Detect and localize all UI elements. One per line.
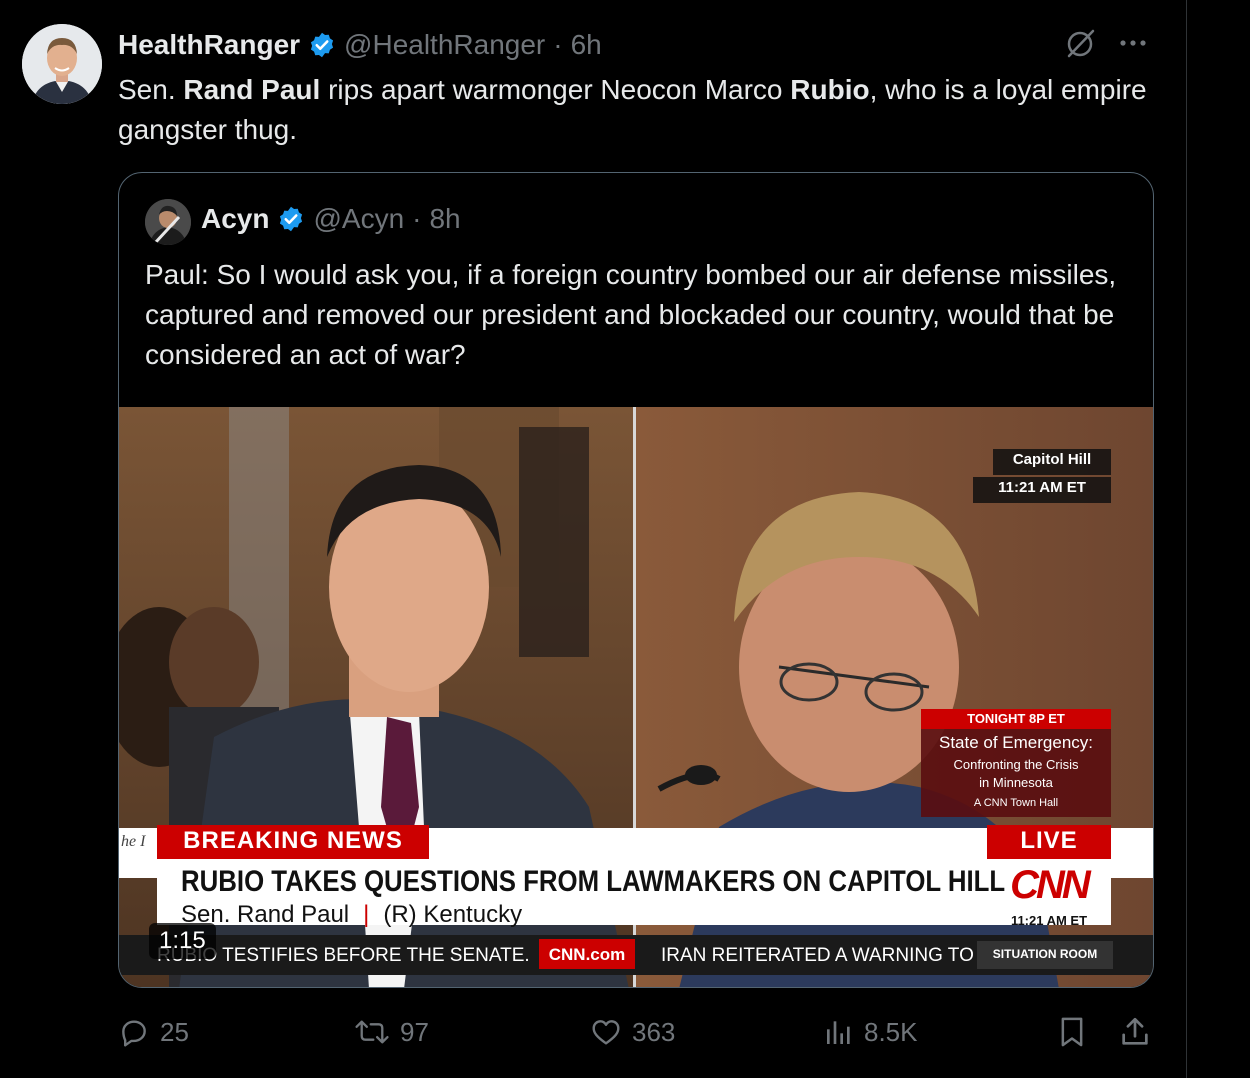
share-button[interactable] (1118, 1006, 1152, 1058)
background-sign-text: he I (121, 833, 146, 850)
post-text-part: Sen. (118, 74, 184, 105)
repost-button[interactable]: 97 (354, 1006, 429, 1058)
header-separator: · (553, 29, 563, 60)
author-handle[interactable]: @HealthRanger (344, 29, 545, 61)
network-time: 11:21 AM ET (1010, 913, 1088, 928)
subline: Sen. Rand Paul | (R) Kentucky (181, 901, 522, 929)
post-text-mention-rand-paul: Rand Paul (183, 74, 321, 105)
quoted-post-header: Acyn @Acyn · 8h (201, 203, 461, 235)
quoted-header-separator: · (412, 203, 422, 234)
post-header: HealthRanger @HealthRanger · 6h (118, 26, 602, 64)
author-display-name[interactable]: HealthRanger (118, 29, 300, 61)
quoted-post-text: Paul: So I would ask you, if a foreign c… (145, 259, 1117, 370)
avatar-image (22, 24, 102, 104)
headline: RUBIO TAKES QUESTIONS FROM LAWMAKERS ON … (181, 865, 1006, 898)
video-duration: 1:15 (149, 923, 216, 959)
reply-button[interactable]: 25 (118, 1006, 189, 1058)
views-count: 8.5K (864, 1016, 918, 1047)
subline-separator: | (363, 901, 370, 928)
reply-count: 25 (160, 1016, 189, 1047)
ticker-show: SITUATION ROOM (992, 947, 1098, 961)
video-player[interactable]: Capitol Hill 11:21 AM ET TONIGHT 8P ET S… (119, 407, 1153, 987)
ticker-site: CNN.com (548, 945, 626, 964)
promo-top: TONIGHT 8P ET (967, 711, 1065, 726)
live-label: LIVE (1020, 827, 1078, 854)
quoted-author-avatar[interactable] (145, 199, 191, 245)
verified-badge-icon (308, 31, 336, 59)
post-timestamp[interactable]: 6h (571, 29, 602, 61)
timeline-border (1186, 0, 1187, 1078)
repost-count: 97 (400, 1016, 429, 1047)
location-time: 11:21 AM ET (998, 479, 1086, 496)
post-text-part: rips apart warmonger Neocon Marco (320, 74, 791, 105)
like-count: 363 (632, 1016, 676, 1047)
bookmark-button[interactable] (1056, 1006, 1088, 1058)
post[interactable]: HealthRanger @HealthRanger · 6h Sen. Ran… (0, 0, 1186, 1078)
promo-sub1: Confronting the Crisis (953, 757, 1079, 772)
post-text: Sen. Rand Paul rips apart warmonger Neoc… (118, 70, 1158, 150)
ticker-right: IRAN REITERATED A WARNING TO (661, 945, 973, 966)
post-text-mention-rubio: Rubio (790, 74, 870, 105)
post-actions-bar: 25 97 363 8.5K (118, 1006, 1158, 1058)
quoted-author-handle[interactable]: @Acyn (313, 203, 404, 235)
share-icon (1118, 1015, 1152, 1049)
more-icon[interactable] (1116, 26, 1150, 60)
post-top-actions (1064, 26, 1150, 60)
quoted-post[interactable]: Acyn @Acyn · 8h Paul: So I would ask you… (118, 172, 1154, 988)
repost-icon (354, 1016, 390, 1048)
promo-sub2: in Minnesota (979, 775, 1053, 790)
like-icon (590, 1016, 622, 1048)
quoted-avatar-image (145, 199, 191, 245)
quoted-post-timestamp[interactable]: 8h (429, 203, 460, 235)
verified-badge-icon (277, 205, 305, 233)
bookmark-icon (1056, 1015, 1088, 1049)
grok-icon[interactable] (1064, 26, 1098, 60)
promo-title: State of Emergency: (938, 733, 1094, 752)
views-icon (824, 1016, 854, 1048)
network-logo: CNN (1010, 863, 1091, 907)
subline-party: (R) Kentucky (383, 901, 523, 928)
quoted-author-display-name[interactable]: Acyn (201, 203, 269, 235)
breaking-news-label: BREAKING NEWS (183, 827, 403, 854)
author-avatar[interactable] (22, 24, 102, 104)
views-button[interactable]: 8.5K (824, 1006, 918, 1058)
location-label: Capitol Hill (1012, 451, 1092, 468)
promo-brand: A CNN Town Hall (973, 797, 1059, 809)
reply-icon (118, 1016, 150, 1048)
like-button[interactable]: 363 (590, 1006, 675, 1058)
